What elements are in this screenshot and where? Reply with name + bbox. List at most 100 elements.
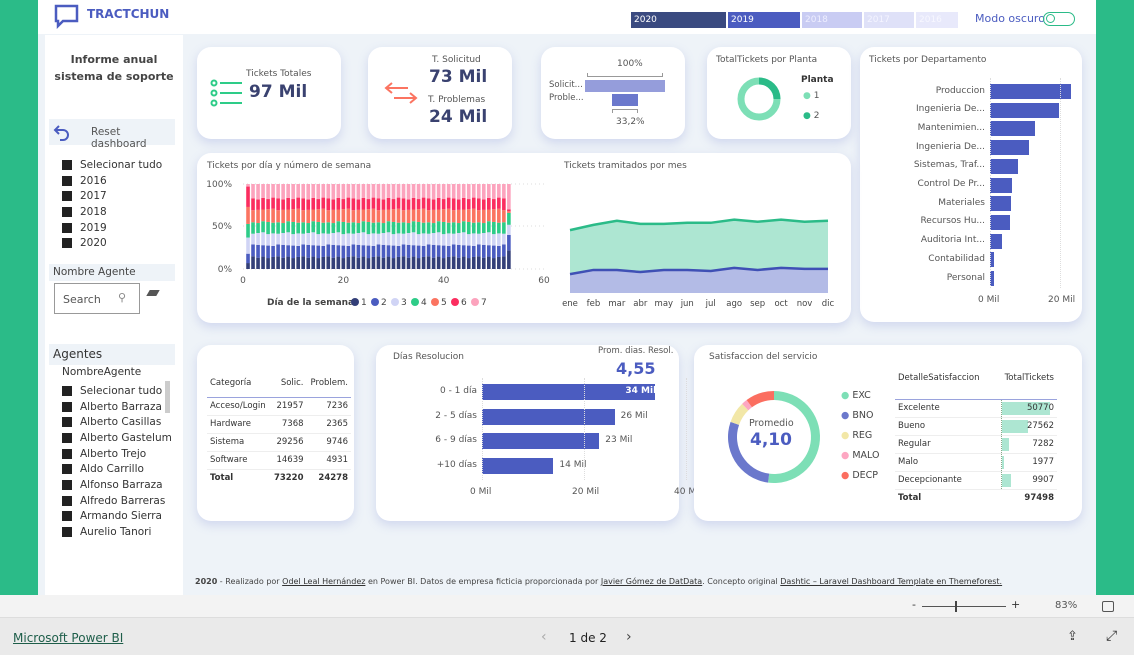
checkbox[interactable]	[62, 479, 72, 490]
week-33-day-1-bar[interactable]	[406, 257, 411, 269]
checkbox[interactable]	[62, 238, 72, 249]
week-22-day-1-bar[interactable]	[351, 256, 356, 269]
week-46-day-7-bar[interactable]	[471, 184, 476, 198]
week-20-day-4-bar[interactable]	[341, 221, 346, 235]
week-46-day-6-bar[interactable]	[471, 197, 476, 209]
week-21-day-4-bar[interactable]	[346, 222, 351, 234]
week-7-day-6-bar[interactable]	[276, 198, 280, 211]
bar[interactable]	[482, 433, 600, 449]
checkbox[interactable]	[62, 175, 72, 186]
week-48-day-6-bar[interactable]	[481, 199, 486, 210]
week-34-day-7-bar[interactable]	[411, 184, 416, 198]
week-26-day-3-bar[interactable]	[371, 233, 376, 246]
week-32-day-2-bar[interactable]	[401, 244, 406, 257]
week-30-day-7-bar[interactable]	[391, 184, 396, 200]
week-6-day-6-bar[interactable]	[271, 197, 275, 209]
week-18-day-5-bar[interactable]	[331, 209, 336, 224]
week-5-day-6-bar[interactable]	[266, 199, 270, 210]
week-39-day-3-bar[interactable]	[436, 232, 441, 246]
week-42-day-3-bar[interactable]	[451, 233, 456, 245]
week-34-day-3-bar[interactable]	[411, 232, 416, 246]
planta-donut[interactable]	[735, 75, 783, 123]
week-10-day-7-bar[interactable]	[291, 184, 295, 200]
week-47-day-4-bar[interactable]	[476, 222, 481, 234]
eraser-icon[interactable]	[146, 290, 160, 296]
week-2-day-3-bar[interactable]	[251, 233, 255, 245]
week-3-day-5-bar[interactable]	[256, 209, 260, 224]
week-7-day-7-bar[interactable]	[276, 184, 280, 199]
week-10-day-2-bar[interactable]	[291, 245, 295, 259]
week-29-day-5-bar[interactable]	[386, 209, 391, 222]
week-31-day-1-bar[interactable]	[396, 256, 401, 269]
week-4-day-7-bar[interactable]	[261, 184, 265, 198]
week-14-day-7-bar[interactable]	[311, 184, 316, 198]
bar[interactable]	[990, 214, 1010, 230]
week-41-day-5-bar[interactable]	[446, 208, 451, 223]
week-36-day-6-bar[interactable]	[421, 197, 426, 209]
week-23-day-2-bar[interactable]	[356, 244, 361, 258]
week-45-day-4-bar[interactable]	[466, 221, 471, 235]
template-link[interactable]: Dashtic – Laravel Dashboard Template en …	[780, 577, 1002, 586]
week-28-day-5-bar[interactable]	[381, 209, 386, 224]
week-41-day-7-bar[interactable]	[446, 184, 451, 198]
week-2-day-1-bar[interactable]	[251, 256, 255, 269]
week-45-day-3-bar[interactable]	[466, 234, 471, 246]
column-header[interactable]: TotalTickets	[1001, 369, 1057, 400]
week-42-day-7-bar[interactable]	[451, 184, 456, 199]
funnel-bar-problemas[interactable]	[611, 94, 639, 106]
week-18-day-3-bar[interactable]	[331, 233, 336, 245]
week-32-day-5-bar[interactable]	[401, 210, 406, 223]
week-28-day-2-bar[interactable]	[381, 244, 386, 258]
week-36-day-3-bar[interactable]	[421, 233, 426, 246]
week-26-day-5-bar[interactable]	[371, 208, 376, 223]
week-22-day-4-bar[interactable]	[351, 222, 356, 234]
legend-label[interactable]: 6	[461, 298, 467, 308]
week-13-day-3-bar[interactable]	[306, 233, 311, 245]
week-35-day-2-bar[interactable]	[416, 245, 421, 259]
week-34-day-1-bar[interactable]	[411, 256, 416, 269]
week-25-day-5-bar[interactable]	[366, 209, 371, 222]
week-17-day-2-bar[interactable]	[326, 244, 331, 257]
week-41-day-3-bar[interactable]	[446, 233, 451, 246]
checkbox[interactable]	[62, 401, 72, 412]
legend-item[interactable]: ● BNO	[841, 410, 879, 430]
week-6-day-2-bar[interactable]	[271, 245, 275, 257]
week-3-day-3-bar[interactable]	[256, 233, 260, 245]
week-32-day-1-bar[interactable]	[401, 256, 406, 269]
week-37-day-3-bar[interactable]	[426, 233, 431, 245]
bar[interactable]	[482, 408, 615, 425]
week-38-day-5-bar[interactable]	[431, 209, 436, 224]
week-24-day-1-bar[interactable]	[361, 256, 366, 269]
bar[interactable]	[990, 121, 1036, 137]
week-46-day-2-bar[interactable]	[471, 245, 476, 257]
week-48-day-2-bar[interactable]	[481, 244, 486, 258]
checkbox[interactable]	[62, 159, 72, 170]
week-46-day-3-bar[interactable]	[471, 233, 476, 246]
week-48-day-4-bar[interactable]	[481, 223, 486, 234]
week-17-day-7-bar[interactable]	[326, 184, 331, 199]
week-12-day-2-bar[interactable]	[301, 244, 306, 257]
week-2-day-6-bar[interactable]	[251, 198, 255, 211]
checkbox[interactable]	[62, 464, 72, 475]
week-17-day-4-bar[interactable]	[326, 222, 331, 234]
week-35-day-1-bar[interactable]	[416, 258, 421, 269]
week-6-day-5-bar[interactable]	[271, 208, 275, 223]
week-18-day-1-bar[interactable]	[331, 257, 336, 269]
week-47-day-2-bar[interactable]	[476, 244, 481, 257]
fullscreen-icon[interactable]: ⤢	[1106, 628, 1117, 644]
week-8-day-2-bar[interactable]	[281, 244, 285, 258]
week-43-day-3-bar[interactable]	[456, 233, 461, 245]
legend-label[interactable]: 4	[421, 298, 427, 308]
week-51-day-1-bar[interactable]	[497, 256, 501, 269]
week-46-day-1-bar[interactable]	[471, 256, 476, 269]
week-32-day-3-bar[interactable]	[401, 233, 406, 245]
column-header[interactable]: Solic.	[270, 369, 307, 398]
week-31-day-4-bar[interactable]	[396, 222, 401, 234]
week-45-day-1-bar[interactable]	[466, 258, 471, 269]
week-39-day-7-bar[interactable]	[436, 184, 441, 198]
week-3-day-4-bar[interactable]	[256, 223, 260, 234]
week-31-day-3-bar[interactable]	[396, 233, 401, 246]
week-8-day-7-bar[interactable]	[281, 184, 285, 200]
legend-label[interactable]: 1	[361, 298, 367, 308]
week-6-day-3-bar[interactable]	[271, 233, 275, 246]
